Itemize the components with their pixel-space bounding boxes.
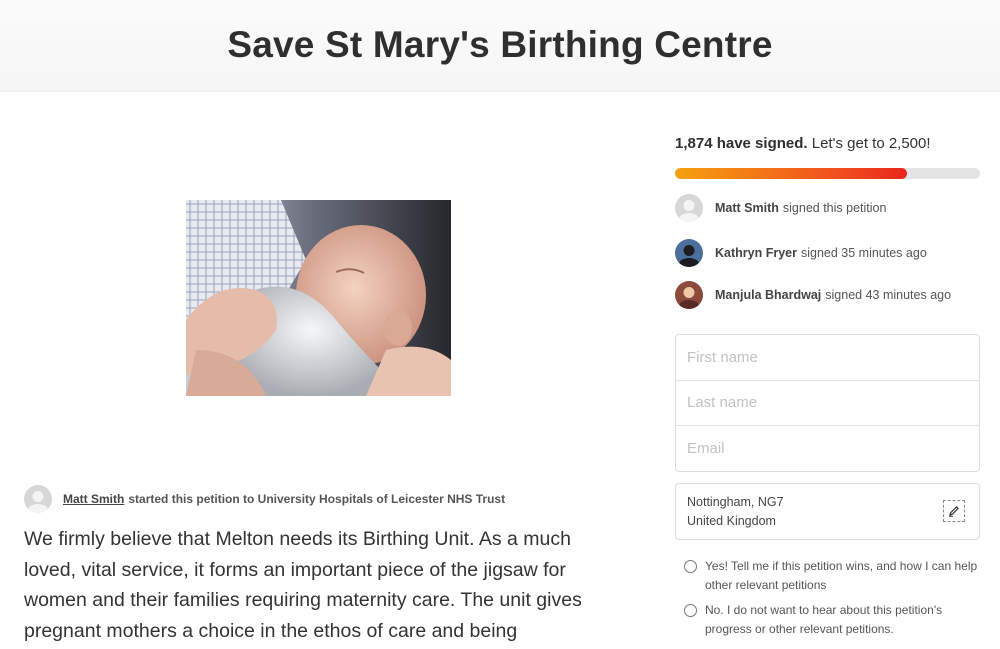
edit-pencil-icon[interactable] <box>943 500 965 522</box>
email-field[interactable] <box>676 426 979 472</box>
email-opt-in-yes[interactable]: Yes! Tell me if this petition wins, and … <box>684 557 980 595</box>
starter-text: started this petition to University Hosp… <box>128 492 506 506</box>
signature-progress-text: 1,874 have signed. Let's get to 2,500! <box>675 135 931 152</box>
radio-no[interactable] <box>684 604 697 617</box>
starter-name-link[interactable]: Matt Smith <box>63 492 124 506</box>
radio-no-label: No. I do not want to hear about this pet… <box>705 603 943 636</box>
goal-text: Let's get to 2,500! <box>811 135 931 152</box>
starter-avatar <box>24 485 52 513</box>
recent-signer: Kathryn Fryer signed 35 minutes ago <box>675 238 927 268</box>
signer-name: Matt Smith <box>715 201 779 215</box>
sign-form <box>675 334 980 472</box>
progress-bar <box>675 168 980 179</box>
progress-fill <box>675 168 907 179</box>
page-header: Save St Mary's Birthing Centre <box>0 0 1000 92</box>
signed-count: 1,874 have signed. <box>675 135 808 152</box>
location-line-1: Nottingham, NG7 <box>687 495 784 509</box>
signer-name: Kathryn Fryer <box>715 246 797 260</box>
petition-photo <box>186 200 451 396</box>
signer-avatar <box>675 239 703 267</box>
signer-action: signed 35 minutes ago <box>800 246 927 260</box>
petition-starter: Matt Smith started this petition to Univ… <box>24 484 505 514</box>
location-field[interactable]: Nottingham, NG7 United Kingdom <box>675 483 980 540</box>
recent-signer: Matt Smith signed this petition <box>675 193 886 223</box>
recent-signer: Manjula Bhardwaj signed 43 minutes ago <box>675 280 951 310</box>
email-opt-in-no[interactable]: No. I do not want to hear about this pet… <box>684 601 980 639</box>
last-name-field[interactable] <box>676 380 979 426</box>
signer-action: signed this petition <box>782 201 887 215</box>
signer-avatar <box>675 281 703 309</box>
location-line-2: United Kingdom <box>687 514 776 528</box>
signer-avatar <box>675 194 703 222</box>
signer-action: signed 43 minutes ago <box>825 288 952 302</box>
signer-name: Manjula Bhardwaj <box>715 288 822 302</box>
radio-yes-label: Yes! Tell me if this petition wins, and … <box>705 559 978 592</box>
page-title: Save St Mary's Birthing Centre <box>227 24 773 65</box>
first-name-field[interactable] <box>676 335 979 381</box>
radio-yes[interactable] <box>684 560 697 573</box>
petition-description: We firmly believe that Melton needs its … <box>24 528 582 642</box>
